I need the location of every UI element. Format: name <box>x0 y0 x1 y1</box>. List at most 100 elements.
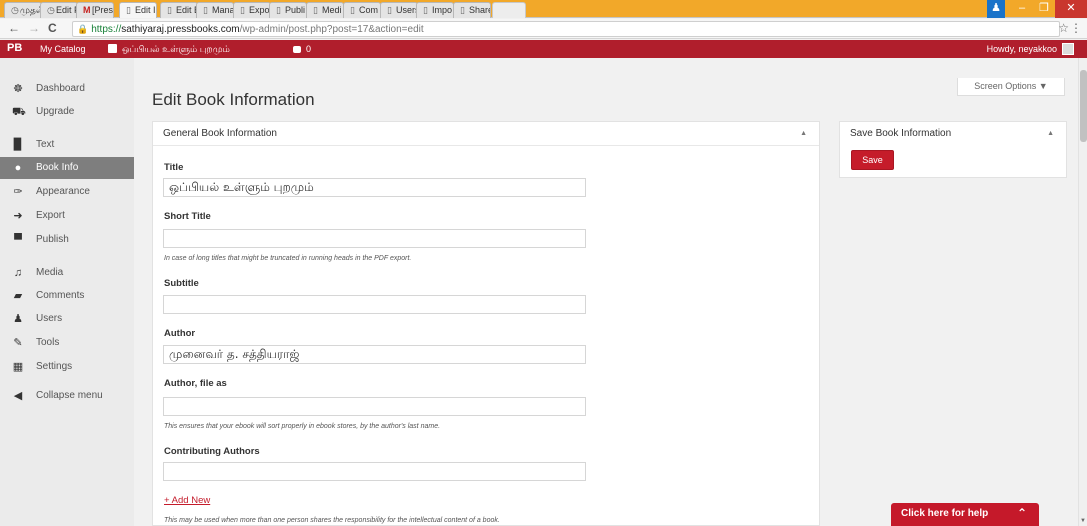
media-icon: ♫ <box>13 267 23 279</box>
url-scheme: https:// <box>91 24 122 35</box>
admin-bar: PB My Catalog ஒப்பியல் உள்ளும் புறமும் 0… <box>0 40 1087 58</box>
browser-tab[interactable]: ▯ Medi × <box>306 2 344 18</box>
save-box-header[interactable]: Save Book Information ▲ <box>840 122 1066 146</box>
book-title-text: ஒப்பியல் உள்ளும் புறமும் <box>122 44 230 54</box>
page-title: Edit Book Information <box>152 90 315 109</box>
title-field[interactable] <box>163 178 586 197</box>
sidebar-item-text[interactable]: ▉ Text <box>0 134 134 156</box>
page-icon: ▯ <box>460 5 465 15</box>
browser-tab-strip: ♟ – ❐ ✕ ◷முதல் ×◷Edit F ×M[Press × ▯Edit … <box>0 0 1087 18</box>
brush-icon: ✑ <box>13 186 23 198</box>
sidebar-item-book-info[interactable]: ● Book Info <box>0 157 134 179</box>
sidebar-item-collapse-menu[interactable]: ◀ Collapse menu <box>0 385 134 407</box>
settings-icon: ▦ <box>12 361 24 373</box>
author-file-as-field[interactable] <box>163 397 586 416</box>
sidebar-item-label: Settings <box>36 361 73 372</box>
my-catalog-link[interactable]: My Catalog <box>40 44 86 54</box>
browser-tab-label: Medi × <box>322 5 343 15</box>
sidebar-item-export[interactable]: ➜ Export <box>0 205 134 227</box>
browser-tab-label: Impo × <box>432 5 453 15</box>
sidebar-item-appearance[interactable]: ✑ Appearance <box>0 181 134 203</box>
sidebar-item-label: Comments <box>36 290 85 301</box>
page-icon: ▯ <box>203 5 208 15</box>
avatar[interactable] <box>1062 43 1074 55</box>
sidebar-item-publish[interactable]: ▀ Publish <box>0 229 134 251</box>
sidebar-item-upgrade[interactable]: ⛟ Upgrade <box>0 101 134 123</box>
forward-button[interactable]: → <box>28 21 40 35</box>
browser-tab-label: முதல் × <box>20 5 42 15</box>
comment-icon: ▰ <box>13 290 23 302</box>
subtitle-field[interactable] <box>163 295 586 314</box>
sidebar-item-label: Media <box>36 267 64 278</box>
bookmark-star-icon[interactable]: ☆ <box>1058 21 1069 35</box>
sidebar-item-label: Upgrade <box>36 106 75 117</box>
browser-tab[interactable]: ▯ Com × <box>343 2 381 18</box>
sidebar-item-media[interactable]: ♫ Media <box>0 262 134 284</box>
store-icon: ▀ <box>14 234 22 246</box>
pressbooks-logo[interactable]: PB <box>7 42 22 54</box>
profile-icon[interactable]: ♟ <box>987 0 1005 18</box>
close-window-button[interactable]: ✕ <box>1055 0 1087 18</box>
sidebar-item-label: Export <box>36 210 65 221</box>
clock-icon: ◷ <box>11 5 19 15</box>
page-icon: ▯ <box>350 5 355 15</box>
sidebar-item-users[interactable]: ♟ Users <box>0 308 134 330</box>
export-icon: ➜ <box>13 210 23 222</box>
sidebar-item-comments[interactable]: ▰ Comments <box>0 285 134 307</box>
page-icon: ▯ <box>313 5 318 15</box>
page-icon: ▯ <box>387 5 392 15</box>
general-box-header[interactable]: General Book Information ▲ <box>153 122 819 146</box>
browser-tab[interactable]: ▯ Impo × <box>416 2 454 18</box>
minimize-button[interactable]: – <box>1011 0 1033 18</box>
browser-tab[interactable]: ▯ Users × <box>380 2 418 18</box>
collapse-icon: ◀ <box>13 390 23 402</box>
sidebar-item-tools[interactable]: ✎ Tools <box>0 332 134 354</box>
save-button[interactable]: Save <box>851 150 894 170</box>
browser-tab[interactable]: M[Press × <box>76 2 114 18</box>
sidebar-item-settings[interactable]: ▦ Settings <box>0 356 134 378</box>
browser-tab[interactable]: ◷முதல் × <box>4 2 42 18</box>
browser-tab[interactable]: ▯ Expo × <box>233 2 271 18</box>
howdy-user[interactable]: Howdy, neyakkoo <box>987 44 1057 54</box>
wrench-icon: ✎ <box>13 337 23 349</box>
maximize-button[interactable]: ❐ <box>1033 0 1055 18</box>
page-icon: ▯ <box>126 5 131 15</box>
browser-tab[interactable]: ▯ Edit I × <box>119 2 157 18</box>
short-title-help: In case of long titles that might be tru… <box>164 255 412 262</box>
new-tab-button[interactable] <box>492 2 526 18</box>
sidebar-item-label: Dashboard <box>36 83 85 94</box>
browser-tab[interactable]: ▯ Mana × <box>196 2 234 18</box>
screen-options-button[interactable]: Screen Options ▼ <box>957 78 1065 96</box>
scroll-thumb[interactable] <box>1080 70 1087 142</box>
contributing-authors-field[interactable] <box>163 462 586 481</box>
browser-menu-icon[interactable]: ⋮ <box>1070 21 1082 35</box>
reload-button[interactable]: C <box>48 21 57 35</box>
browser-tab[interactable]: ▯ Publi × <box>269 2 307 18</box>
collapse-toggle-icon[interactable]: ▲ <box>800 130 807 137</box>
page-icon: ▯ <box>276 5 281 15</box>
title-label: Title <box>164 162 184 173</box>
author-field[interactable] <box>163 345 586 364</box>
page-icon: ▯ <box>167 5 172 15</box>
sidebar-item-label: Appearance <box>36 186 90 197</box>
book-title-link[interactable]: ஒப்பியல் உள்ளும் புறமும் <box>108 44 230 56</box>
save-box-toggle-icon[interactable]: ▲ <box>1047 130 1054 137</box>
sidebar-item-label: Text <box>36 139 55 150</box>
scroll-down-arrow-icon[interactable]: ▼ <box>1080 518 1086 524</box>
browser-tab[interactable]: ▯ Edit E × <box>160 2 198 18</box>
back-button[interactable]: ← <box>8 21 20 35</box>
lock-icon: 🔒 <box>77 24 89 34</box>
sidebar-item-dashboard[interactable]: ☸ Dashboard <box>0 78 134 100</box>
url-bar[interactable]: 🔒 https://sathiyaraj.pressbooks.com/wp-ad… <box>72 21 1060 37</box>
help-button[interactable]: Click here for help ⌃ <box>891 503 1039 526</box>
page-icon: ▯ <box>240 5 245 15</box>
comments-link[interactable]: 0 <box>293 44 311 54</box>
page-scrollbar[interactable]: ▼ <box>1078 58 1087 526</box>
url-host: sathiyaraj.pressbooks.com <box>121 24 240 35</box>
browser-tab[interactable]: ◷Edit F × <box>40 2 78 18</box>
contributing-authors-label: Contributing Authors <box>164 446 260 457</box>
short-title-field[interactable] <box>163 229 586 248</box>
browser-tab[interactable]: ▯ Share × <box>453 2 491 18</box>
browser-tab-label: Com × <box>359 5 380 15</box>
add-new-author-link[interactable]: + Add New <box>164 495 210 506</box>
